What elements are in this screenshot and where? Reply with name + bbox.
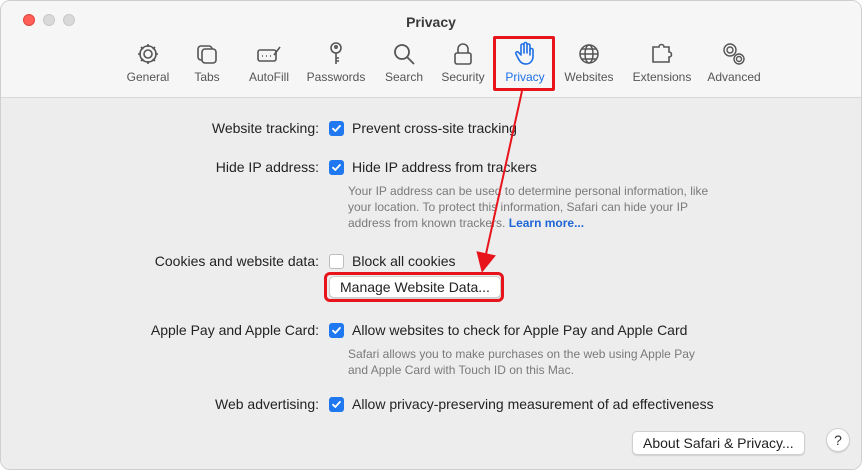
web-advertising-label: Web advertising:: [214, 396, 319, 412]
option-label: Hide IP address from trackers: [352, 159, 537, 175]
tabs-icon: [197, 45, 217, 64]
tab-label: Privacy: [505, 70, 545, 84]
tab-autofill[interactable]: AutoFill: [241, 41, 297, 91]
tab-label: Security: [441, 70, 485, 84]
checkmark-icon: [332, 163, 341, 171]
tab-advanced[interactable]: Advanced: [703, 41, 765, 91]
about-safari-privacy-button[interactable]: About Safari & Privacy...: [632, 431, 805, 455]
ad-measurement-checkbox[interactable]: Allow privacy-preserving measurement of …: [329, 396, 714, 412]
tab-label: Extensions: [632, 70, 692, 84]
cookies-label: Cookies and website data:: [154, 253, 319, 269]
hide-ip-checkbox[interactable]: Hide IP address from trackers: [329, 159, 537, 175]
block-cookies-checkbox[interactable]: Block all cookies: [329, 253, 456, 269]
apple-pay-checkbox[interactable]: Allow websites to check for Apple Pay an…: [329, 322, 687, 338]
tab-extensions[interactable]: Extensions: [627, 41, 697, 91]
puzzle-icon: [652, 43, 673, 63]
globe-icon: [579, 44, 599, 64]
tab-label: Advanced: [707, 70, 761, 84]
tab-websites[interactable]: Websites: [559, 41, 619, 91]
help-button[interactable]: ?: [826, 428, 850, 452]
manage-website-data-button[interactable]: Manage Website Data...: [329, 276, 501, 298]
option-label: Prevent cross-site tracking: [352, 120, 517, 136]
key-icon: [330, 42, 342, 64]
checkmark-icon: [332, 400, 341, 408]
tab-label: Passwords: [306, 70, 366, 84]
autofill-icon: [257, 46, 281, 62]
option-label: Allow privacy-preserving measurement of …: [352, 396, 714, 412]
tab-label: Websites: [564, 70, 614, 84]
gear-icon: [138, 44, 158, 64]
tab-passwords[interactable]: Passwords: [303, 41, 369, 91]
search-icon: [394, 44, 415, 65]
apple-pay-label: Apple Pay and Apple Card:: [150, 322, 319, 338]
lock-icon: [454, 43, 472, 65]
checkbox-checked[interactable]: [329, 159, 344, 175]
checkbox-unchecked[interactable]: [329, 253, 344, 269]
checkbox-checked[interactable]: [329, 396, 344, 412]
tab-privacy[interactable]: Privacy: [497, 41, 553, 91]
tab-security[interactable]: Security: [435, 41, 491, 91]
checkmark-icon: [332, 124, 341, 132]
toolbar: Privacy General Tabs AutoFill Passwords …: [1, 1, 861, 98]
hide-ip-description: Your IP address can be used to determine…: [348, 184, 709, 230]
option-label: Allow websites to check for Apple Pay an…: [352, 322, 688, 338]
website-tracking-label: Website tracking:: [211, 120, 319, 136]
tab-label: General: [126, 70, 170, 84]
window-title: Privacy: [406, 14, 456, 30]
tab-label: AutoFill: [248, 70, 289, 84]
tab-tabs[interactable]: Tabs: [183, 41, 231, 91]
checkbox-checked[interactable]: [329, 120, 344, 136]
tab-label: Search: [384, 70, 424, 84]
option-label: Block all cookies: [352, 253, 456, 269]
tab-label: Tabs: [194, 70, 220, 84]
safari-settings-window: Privacy General Tabs AutoFill Passwords …: [0, 0, 862, 470]
hide-ip-label: Hide IP address:: [215, 159, 319, 175]
hand-icon: [515, 41, 534, 65]
gears-icon: [723, 43, 745, 65]
prevent-tracking-checkbox[interactable]: Prevent cross-site tracking: [329, 120, 517, 136]
checkmark-icon: [332, 326, 341, 334]
checkbox-checked[interactable]: [329, 322, 344, 338]
learn-more-link[interactable]: Learn more...: [509, 216, 584, 230]
tab-general[interactable]: General: [119, 41, 177, 91]
apple-pay-description: Safari allows you to make purchases on t…: [348, 347, 695, 377]
tab-search[interactable]: Search: [379, 41, 429, 91]
